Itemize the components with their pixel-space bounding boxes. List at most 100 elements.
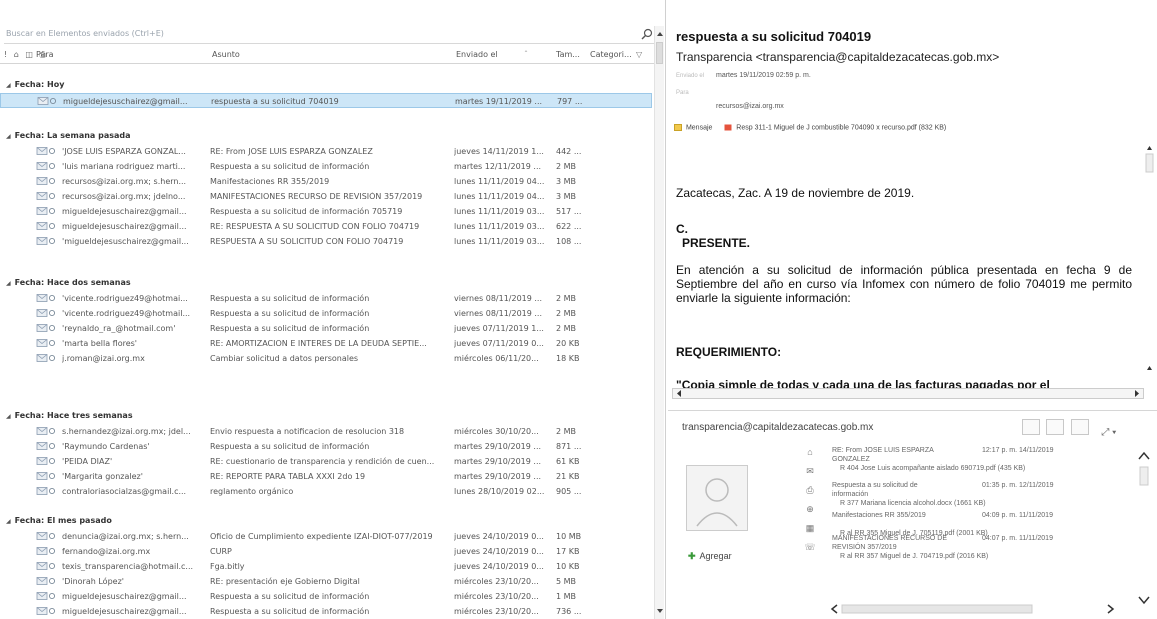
column-para[interactable]: Para — [36, 50, 54, 59]
row-recipient: migueldejesuschairez@gmail... — [62, 592, 187, 601]
message-to[interactable]: recursos@izai.org.mx — [716, 103, 784, 110]
row-subject: Fga.bitly — [210, 562, 245, 571]
collapse-triangle-icon[interactable]: ◢ — [6, 280, 11, 287]
message-row[interactable]: migueldejesuschairez@gmail... RE: RESPUES… — [0, 219, 652, 234]
message-row[interactable]: 'PEIDA DIAZ' RE: cuestionario de transpar… — [0, 454, 652, 469]
message-row[interactable]: 'Raymundo Cardenas' Respuesta a su solici… — [0, 439, 652, 454]
attachment-link[interactable]: Resp 311-1 Miguel de J combustible 70409… — [736, 124, 946, 131]
message-row[interactable]: 'marta bella flores' RE: AMORTIZACION E I… — [0, 336, 652, 351]
list-scrollbar[interactable] — [654, 26, 664, 619]
search-icon[interactable] — [640, 27, 654, 41]
row-recipient: 'vicente.rodriguez49@hotmail... — [62, 309, 191, 318]
column-tamano[interactable]: Tam... — [556, 50, 580, 59]
row-sent-date: martes 12/11/2019 ... — [454, 162, 542, 171]
body-scrollbar[interactable] — [1144, 140, 1155, 390]
column-asunto[interactable]: Asunto — [212, 50, 240, 59]
collapse-triangle-icon[interactable]: ◢ — [6, 133, 11, 140]
meeting-icon[interactable]: ⊕ — [802, 504, 818, 517]
row-size: 442 ... — [556, 147, 582, 156]
message-row[interactable]: s.hernandez@izai.org.mx; jdel... Envio re… — [0, 424, 652, 439]
sent-mail-icon — [36, 592, 56, 600]
sent-mail-icon — [36, 324, 56, 332]
status-icon[interactable]: ☏ — [802, 542, 818, 555]
row-recipient: s.hernandez@izai.org.mx; jdel... — [62, 427, 191, 436]
row-size: 2 MB — [556, 324, 577, 333]
body-date-line: Zacatecas, Zac. A 19 de noviembre de 201… — [676, 186, 915, 200]
group-header[interactable]: ◢ Fecha: Hoy — [6, 80, 64, 89]
group-header[interactable]: ◢ Fecha: Hace dos semanas — [6, 278, 131, 287]
message-row[interactable]: recursos@izai.org.mx; s.hern... Manifesta… — [0, 174, 652, 189]
sent-mail-icon — [36, 309, 56, 317]
collapse-triangle-icon[interactable]: ◢ — [6, 518, 11, 525]
group-header[interactable]: ◢ Fecha: Hace tres semanas — [6, 411, 133, 420]
sent-mail-icon — [36, 577, 56, 585]
row-subject: Respuesta a su solicitud de información — [210, 309, 370, 318]
message-row[interactable]: 'migueldejesuschairez@gmail... RESPUESTA … — [0, 234, 652, 249]
message-row[interactable]: migueldejesuschairez@gmail... Respuesta a… — [0, 589, 652, 604]
message-tab[interactable]: Mensaje — [686, 124, 712, 131]
row-size: 61 KB — [556, 457, 580, 466]
search-bar[interactable]: Buscar en Elementos enviados (Ctrl+E) — [4, 26, 656, 44]
message-list-pane: Buscar en Elementos enviados (Ctrl+E) ! … — [0, 0, 666, 619]
reading-pane: respuesta a su solicitud 704019 Transpar… — [668, 0, 1157, 619]
plus-icon: ✚ — [688, 551, 696, 561]
add-contact-button[interactable]: ✚ Agregar — [688, 551, 732, 562]
column-categorias[interactable]: Categori... — [590, 50, 632, 59]
message-row[interactable]: 'luis mariana rodriguez marti... Respuest… — [0, 159, 652, 174]
row-subject: RE: AMORTIZACION E INTERES DE LA DEUDA S… — [210, 339, 427, 348]
message-row[interactable]: j.roman@izai.org.mx Cambiar solicitud a d… — [0, 351, 652, 366]
people-horizontal-scrollbar[interactable] — [828, 603, 1118, 615]
message-row[interactable]: migueldejesuschairez@gmail... respuesta a… — [0, 93, 652, 108]
row-size: 20 KB — [556, 339, 580, 348]
sent-label: Enviado el — [676, 73, 705, 79]
message-row[interactable]: 'JOSE LUIS ESPARZA GONZAL... RE: From JOS… — [0, 144, 652, 159]
message-row[interactable]: 'vicente.rodriguez49@hotmail... Respuesta… — [0, 306, 652, 321]
scroll-up-icon[interactable] — [655, 28, 665, 40]
message-row[interactable]: fernando@izai.org.mx CURP jueves 24/10/201… — [0, 544, 652, 559]
people-view-button-1[interactable] — [1022, 419, 1040, 435]
message-row[interactable]: 'vicente.rodriguez49@hotmai... Respuesta … — [0, 291, 652, 306]
message-row[interactable]: recursos@izai.org.mx; jdelno... MANIFESTA… — [0, 189, 652, 204]
people-email[interactable]: transparencia@capitaldezacatecas.gob.mx — [682, 422, 873, 433]
message-row[interactable]: migueldejesuschairez@gmail... Respuesta a… — [0, 604, 652, 619]
row-sent-date: lunes 11/11/2019 04... — [454, 177, 545, 186]
message-from[interactable]: Transparencia <transparencia@capitaldeza… — [676, 50, 999, 64]
scroll-down-icon[interactable] — [655, 605, 665, 617]
message-row[interactable]: texis_transparencia@hotmail.c... Fga.bitl… — [0, 559, 652, 574]
group-header[interactable]: ◢ Fecha: El mes pasado — [6, 516, 112, 525]
row-sent-date: jueves 24/10/2019 0... — [454, 562, 544, 571]
row-size: 2 MB — [556, 309, 577, 318]
search-input[interactable]: Buscar en Elementos enviados (Ctrl+E) — [6, 29, 164, 38]
thread-time: 04:09 p. m. 11/11/2019 — [982, 512, 1053, 519]
group-header[interactable]: ◢ Fecha: La semana pasada — [6, 131, 131, 140]
row-sent-date: viernes 08/11/2019 ... — [454, 309, 543, 318]
people-view-button-3[interactable] — [1070, 419, 1089, 435]
body-intro: En atención a su solicitud de informació… — [676, 263, 1132, 305]
message-row[interactable]: 'Dinorah López' RE: presentación eje Gobi… — [0, 574, 652, 589]
scroll-thumb[interactable] — [656, 42, 663, 64]
people-scrollbar[interactable] — [1136, 447, 1152, 615]
scroll-left-icon[interactable] — [674, 389, 684, 398]
message-row[interactable]: contraloriasocialzas@gmail.c... reglament… — [0, 484, 652, 499]
sent-mail-icon — [36, 457, 56, 465]
row-subject: MANIFESTACIONES RECURSO DE REVISIÓN 357/… — [210, 192, 423, 201]
people-view-button-2[interactable] — [1046, 419, 1065, 435]
message-row[interactable]: denuncia@izai.org.mx; s.hern... Oficio de… — [0, 529, 652, 544]
collapse-triangle-icon[interactable]: ◢ — [6, 82, 11, 89]
body-horizontal-scrollbar[interactable] — [672, 388, 1144, 399]
message-list: ◢ Fecha: Hoy migueldejesuschairez@gmail...… — [0, 66, 652, 619]
filter-icon[interactable]: ▽ — [636, 50, 642, 59]
message-row[interactable]: 'reynaldo_ra_@hotmail.com' Respuesta a su… — [0, 321, 652, 336]
collapse-icon[interactable]: ⤢ ▾ — [1101, 427, 1116, 438]
home-icon[interactable]: ⌂ — [802, 447, 818, 460]
attachment-icon[interactable]: ⎙ — [802, 485, 818, 498]
row-size: 1 MB — [556, 592, 577, 601]
scroll-right-icon[interactable] — [1132, 389, 1142, 398]
message-row[interactable]: 'Margarita gonzalez' RE: REPORTE PARA TAB… — [0, 469, 652, 484]
calendar-icon[interactable]: ▦ — [802, 523, 818, 536]
collapse-triangle-icon[interactable]: ◢ — [6, 413, 11, 420]
message-row[interactable]: migueldejesuschairez@gmail... Respuesta a… — [0, 204, 652, 219]
row-recipient: 'luis mariana rodriguez marti... — [62, 162, 186, 171]
mail-icon[interactable]: ✉ — [802, 466, 818, 479]
column-enviado[interactable]: Enviado el — [456, 50, 498, 59]
